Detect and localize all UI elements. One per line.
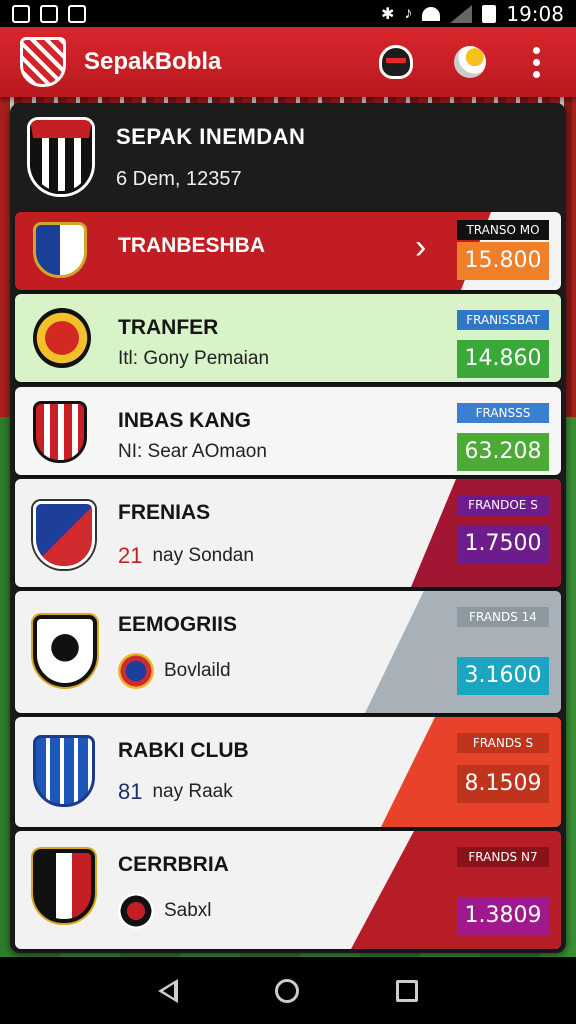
eemogriis-crest-icon xyxy=(33,615,97,687)
team-number: 81 xyxy=(118,779,143,804)
team-row-eemogriis[interactable]: EEMOGRIIS Bovlaild FRANDS 14 3.1600 xyxy=(15,591,561,713)
transfer-badge: TRANSO MO 15.800 xyxy=(457,220,549,280)
team-row-inbas-kang[interactable]: INBAS KANG NI: Sear AOmaon FRANSSS 63.20… xyxy=(15,387,561,475)
badge-label: FRANDS 14 xyxy=(457,607,549,627)
chevron-right-icon[interactable]: › xyxy=(415,228,426,267)
team-subtitle: Itl: Gony Pemaian xyxy=(118,348,270,369)
team-name: EEMOGRIIS xyxy=(118,613,238,636)
system-navigation-bar xyxy=(0,957,576,1024)
transfer-badge: FRANSSS 63.208 xyxy=(457,403,549,471)
team-name: TRANBESHBA xyxy=(118,234,265,257)
battery-icon xyxy=(482,4,497,23)
inbas-kang-crest-icon xyxy=(33,401,87,463)
transfer-badge: FRANDS S 8.1509 xyxy=(457,733,549,803)
notification-icons xyxy=(12,4,86,23)
wifi-icon xyxy=(422,6,441,21)
signal-icon xyxy=(450,4,473,23)
transfer-badge: FRANDS N7 1.3809 xyxy=(457,847,549,935)
team-subtitle: Sabxl xyxy=(164,900,212,921)
system-icons: ✱ ♪ 19:08 xyxy=(381,2,564,26)
team-row-tranfer[interactable]: TRANFER Itl: Gony Pemaian FRANISSBAT 14.… xyxy=(15,294,561,382)
team-number: 21 xyxy=(118,543,143,568)
league-subtitle: 6 Dem, 12357 xyxy=(116,167,242,190)
rabki-club-crest-icon xyxy=(33,735,95,807)
badge-value: 63.208 xyxy=(457,433,549,471)
badge-label: FRANDS S xyxy=(457,733,549,753)
team-row-rabki-club[interactable]: RABKI CLUB 81 nay Raak FRANDS S 8.1509 xyxy=(15,717,561,827)
app-title: SepakBobla xyxy=(84,48,222,75)
badge-value: 8.1509 xyxy=(457,765,549,803)
main-panel: SEPAK INEMDAN 6 Dem, 12357 TRANBESHBA › … xyxy=(10,103,566,953)
team-subtitle: nay Sondan xyxy=(152,545,254,566)
badge-label: FRANDS N7 xyxy=(457,847,549,867)
badge-label: FRANSSS xyxy=(457,403,549,423)
bluetooth-icon: ✱ xyxy=(380,5,395,23)
team-name: TRANFER xyxy=(118,316,219,339)
badge-label: TRANSO MO xyxy=(457,220,549,240)
tranfer-crest-icon xyxy=(33,308,91,368)
league-header: SEPAK INEMDAN 6 Dem, 12357 xyxy=(10,103,566,211)
clock: 19:08 xyxy=(506,1,564,26)
chicken-icon xyxy=(454,46,486,78)
team-row-frenias[interactable]: FRENIAS 21 nay Sondan FRANDOE S 1.7500 xyxy=(15,479,561,587)
status-bar: ✱ ♪ 19:08 xyxy=(0,0,576,27)
badge-value: 1.7500 xyxy=(457,525,549,563)
tranbeshba-crest-icon xyxy=(33,222,87,278)
app-logo xyxy=(20,37,66,87)
badge-value: 14.860 xyxy=(457,340,549,378)
sponsor-logo-icon xyxy=(118,653,154,689)
team-name: RABKI CLUB xyxy=(118,739,249,762)
badge-label: FRANDOE S xyxy=(457,495,549,515)
badge-value: 3.1600 xyxy=(457,657,549,695)
ninja-profile-button[interactable] xyxy=(376,42,416,82)
app-bar: SepakBobla xyxy=(0,27,576,97)
ninja-icon xyxy=(379,45,413,79)
image-notification-icon xyxy=(12,4,30,23)
transfer-badge: FRANDOE S 1.7500 xyxy=(457,495,549,563)
frenias-crest-icon xyxy=(33,501,95,569)
team-subtitle: NI: Sear AOmaon xyxy=(118,441,267,462)
team-row-tranbeshba[interactable]: TRANBESHBA › TRANSO MO 15.800 xyxy=(15,212,561,290)
cerrbria-crest-icon xyxy=(33,849,95,923)
badge-value: 15.800 xyxy=(457,242,549,280)
transfer-badge: FRANISSBAT 14.860 xyxy=(457,310,549,378)
vibrate-icon: ♪ xyxy=(404,4,413,22)
team-subtitle: Bovlaild xyxy=(164,660,231,681)
more-vert-icon xyxy=(532,46,540,78)
transfer-badge: FRANDS 14 3.1600 xyxy=(457,607,549,695)
home-icon[interactable] xyxy=(274,978,299,1003)
team-name: FRENIAS xyxy=(118,501,211,524)
recent-apps-icon[interactable] xyxy=(395,979,418,1002)
team-subtitle: nay Raak xyxy=(152,781,233,802)
badge-label: FRANISSBAT xyxy=(457,310,549,330)
overflow-menu-button[interactable] xyxy=(516,42,556,82)
chicken-button[interactable] xyxy=(450,42,490,82)
league-crest-icon xyxy=(30,120,92,194)
sponsor-logo-icon xyxy=(118,893,154,929)
team-name: CERRBRIA xyxy=(118,853,229,876)
badge-value: 1.3809 xyxy=(457,897,549,935)
team-row-cerrbria[interactable]: CERRBRIA Sabxl FRANDS N7 1.3809 xyxy=(15,831,561,949)
league-title: SEPAK INEMDAN xyxy=(116,123,306,149)
team-name: INBAS KANG xyxy=(118,409,252,432)
back-icon[interactable] xyxy=(158,978,179,1003)
app-notification-icon xyxy=(68,4,86,23)
photo-notification-icon xyxy=(40,4,58,23)
